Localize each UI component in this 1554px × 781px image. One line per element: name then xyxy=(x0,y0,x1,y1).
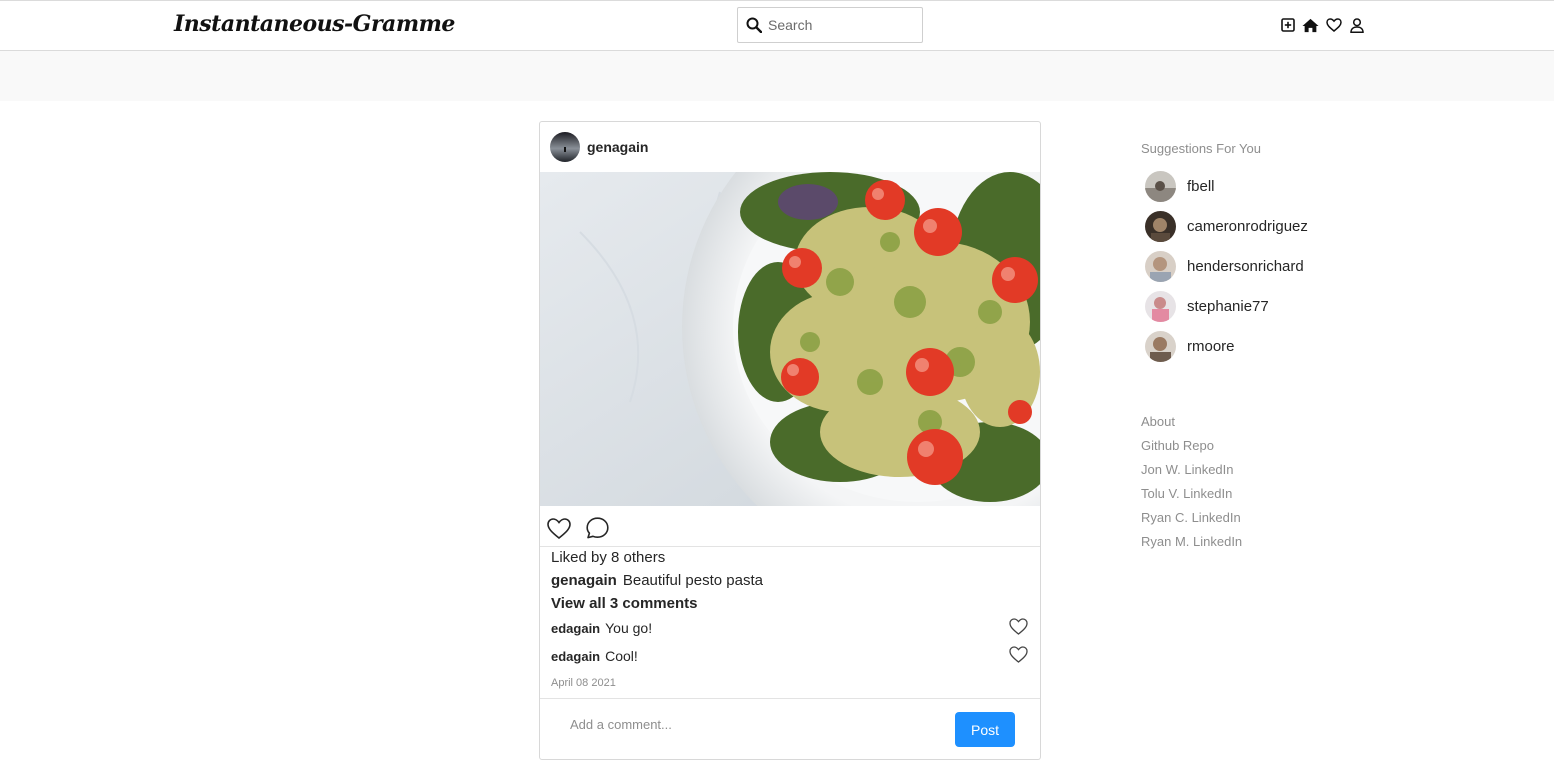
suggestion-name[interactable]: rmoore xyxy=(1187,338,1235,355)
search-icon xyxy=(740,8,768,42)
suggestion-avatar[interactable] xyxy=(1145,331,1176,362)
suggestion-name[interactable]: stephanie77 xyxy=(1187,298,1269,315)
view-all-comments-link[interactable]: View all 3 comments xyxy=(551,595,697,612)
post-username[interactable]: genagain xyxy=(587,139,648,155)
about-link[interactable]: About xyxy=(1141,414,1175,429)
heart-icon[interactable] xyxy=(1325,15,1342,35)
comment-text: Cool! xyxy=(605,648,638,664)
suggestion-avatar[interactable] xyxy=(1145,171,1176,202)
comment-row: edagain You go! xyxy=(551,618,1029,636)
linkedin-link-tolu[interactable]: Tolu V. LinkedIn xyxy=(1141,486,1232,501)
linkedin-link-ryan-m[interactable]: Ryan M. LinkedIn xyxy=(1141,534,1242,549)
post-header: genagain xyxy=(550,132,648,162)
suggestion-avatar[interactable] xyxy=(1145,291,1176,322)
comment-username[interactable]: edagain xyxy=(551,621,600,636)
comment-like-heart-icon[interactable] xyxy=(1009,646,1029,664)
post-date: April 08 2021 xyxy=(551,677,616,689)
suggestion-name[interactable]: hendersonrichard xyxy=(1187,258,1304,275)
app-logo[interactable]: Instantaneous-Gramme xyxy=(174,11,455,37)
comment-row: edagain Cool! xyxy=(551,646,1029,664)
comment-like-heart-icon[interactable] xyxy=(1009,618,1029,636)
home-icon[interactable] xyxy=(1302,15,1319,35)
suggestion-name[interactable]: cameronrodriguez xyxy=(1187,218,1308,235)
post-image[interactable] xyxy=(540,172,1040,506)
post-comment-button[interactable]: Post xyxy=(955,712,1015,747)
top-navbar: Instantaneous-Gramme xyxy=(0,0,1554,51)
suggestion-avatar[interactable] xyxy=(1145,211,1176,242)
comment-bubble-icon[interactable] xyxy=(584,516,610,540)
header-band xyxy=(0,51,1554,101)
linkedin-link-ryan-c[interactable]: Ryan C. LinkedIn xyxy=(1141,510,1241,525)
post-caption: genagain Beautiful pesto pasta xyxy=(551,572,763,589)
post-avatar[interactable] xyxy=(550,132,580,162)
add-comment-input[interactable] xyxy=(570,714,930,734)
divider xyxy=(540,546,1040,547)
search-input[interactable] xyxy=(768,17,908,33)
divider xyxy=(540,698,1040,699)
post-card: genagain Liked by 8 others genagain Beau… xyxy=(539,121,1041,760)
profile-icon[interactable] xyxy=(1348,15,1365,35)
comment-username[interactable]: edagain xyxy=(551,649,600,664)
suggestion-item[interactable]: cameronrodriguez xyxy=(1145,211,1308,242)
caption-text: Beautiful pesto pasta xyxy=(622,572,763,589)
likes-count[interactable]: Liked by 8 others xyxy=(551,549,665,566)
like-heart-icon[interactable] xyxy=(546,516,572,540)
suggestion-item[interactable]: fbell xyxy=(1145,171,1215,202)
suggestion-avatar[interactable] xyxy=(1145,251,1176,282)
suggestion-item[interactable]: stephanie77 xyxy=(1145,291,1269,322)
search-box[interactable] xyxy=(737,7,923,43)
nav-icons xyxy=(1279,15,1365,35)
suggestions-title: Suggestions For You xyxy=(1141,141,1261,156)
suggestion-name[interactable]: fbell xyxy=(1187,178,1215,195)
caption-username[interactable]: genagain xyxy=(551,572,617,589)
post-actions xyxy=(546,516,610,540)
suggestion-item[interactable]: hendersonrichard xyxy=(1145,251,1304,282)
github-repo-link[interactable]: Github Repo xyxy=(1141,438,1214,453)
comment-text: You go! xyxy=(605,620,653,636)
new-post-icon[interactable] xyxy=(1279,15,1296,35)
linkedin-link-jon[interactable]: Jon W. LinkedIn xyxy=(1141,462,1234,477)
suggestion-item[interactable]: rmoore xyxy=(1145,331,1235,362)
